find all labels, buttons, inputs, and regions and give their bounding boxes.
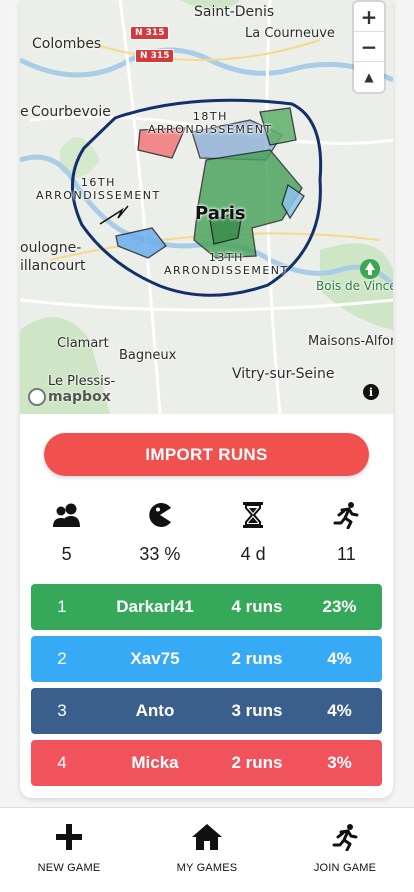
plus-icon	[55, 822, 83, 852]
pacman-icon	[147, 500, 173, 530]
leaderboard-row[interactable]: 2 Xav75 2 runs 4%	[31, 636, 382, 682]
nav-my-games[interactable]: MY GAMES	[138, 808, 276, 892]
stat-coverage: 33 %	[113, 500, 206, 565]
player-rank: 3	[57, 701, 67, 720]
map-controls: + − ▲	[354, 2, 384, 92]
nav-join-game[interactable]: JOIN GAME	[276, 808, 414, 892]
road-badge: N 315	[135, 49, 175, 63]
runner-icon	[332, 500, 360, 530]
import-runs-button[interactable]: IMPORT RUNS	[44, 433, 369, 476]
mapbox-logo: mapbox	[28, 388, 111, 406]
stat-runs: 11	[300, 500, 393, 565]
place-boulogne-1: oulogne-	[20, 240, 82, 256]
district-label-16: 16TH ARRONDISSEMENT	[36, 176, 161, 202]
player-name: Micka	[131, 753, 179, 772]
place-colombes: Colombes	[32, 36, 102, 52]
nav-join-game-label: JOIN GAME	[313, 862, 377, 874]
place-boulogne-2: illancourt	[20, 258, 86, 274]
road-badge: N 315	[130, 26, 170, 40]
info-icon[interactable]: i	[363, 384, 379, 400]
nav-my-games-label: MY GAMES	[176, 862, 238, 874]
place-courbevoie: Courbevoie	[31, 104, 111, 120]
player-name: Darkarl41	[116, 597, 194, 616]
player-rank: 1	[57, 597, 67, 616]
player-runs: 4 runs	[231, 597, 283, 616]
stat-time: 4 d	[207, 500, 300, 565]
game-stats: 5 33 % 4 d 11	[20, 500, 393, 565]
place-vitry: Vitry-sur-Seine	[232, 366, 335, 382]
zoom-in-button[interactable]: +	[354, 2, 384, 32]
place-partial-e-left: e	[20, 104, 29, 120]
player-runs: 2 runs	[231, 753, 283, 772]
runner-icon	[331, 822, 359, 852]
player-runs: 3 runs	[231, 701, 283, 720]
leaderboard: 1 Darkarl41 4 runs 23% 2 Xav75 2 runs 4%…	[31, 584, 382, 792]
compass-button[interactable]: ▲	[354, 62, 384, 92]
player-name: Anto	[135, 701, 175, 720]
player-coverage: 23%	[322, 597, 357, 616]
place-saint-denis: Saint-Denis	[194, 4, 275, 20]
district-label-13: 13TH ARRONDISSEMENT	[164, 251, 289, 277]
stat-players-value: 5	[61, 544, 72, 564]
home-icon	[191, 822, 223, 852]
stat-coverage-value: 33 %	[139, 544, 181, 564]
park-icon	[360, 259, 380, 279]
place-bois-vincennes: Bois de Vince	[316, 279, 393, 293]
player-rank: 2	[57, 649, 67, 668]
place-la-courneuve: La Courneuve	[245, 26, 335, 41]
players-icon	[52, 500, 82, 530]
nav-new-game-label: NEW GAME	[37, 862, 101, 874]
place-maisons-alfort: Maisons-Alfor	[308, 334, 393, 349]
leaderboard-row[interactable]: 4 Micka 2 runs 3%	[31, 740, 382, 786]
district-label-18: 18TH ARRONDISSEMENT	[148, 110, 273, 136]
bottom-nav: NEW GAME MY GAMES JOIN GAME	[0, 807, 414, 892]
stat-players: 5	[20, 500, 113, 565]
territory-map[interactable]: Saint-Denis Colombes La Courneuve E e Co…	[20, 0, 393, 414]
leaderboard-row[interactable]: 3 Anto 3 runs 4%	[31, 688, 382, 734]
game-card: Saint-Denis Colombes La Courneuve E e Co…	[20, 0, 393, 798]
place-bagneux: Bagneux	[119, 348, 177, 363]
stat-runs-value: 11	[337, 544, 356, 564]
player-rank: 4	[57, 753, 67, 772]
player-runs: 2 runs	[231, 649, 283, 668]
player-name: Xav75	[130, 649, 180, 668]
player-coverage: 3%	[327, 753, 352, 772]
city-label: Paris	[195, 203, 246, 224]
player-coverage: 4%	[327, 701, 352, 720]
place-le-plessis: Le Plessis-	[48, 374, 116, 389]
player-coverage: 4%	[327, 649, 352, 668]
hourglass-icon	[242, 500, 264, 530]
leaderboard-row[interactable]: 1 Darkarl41 4 runs 23%	[31, 584, 382, 630]
mapbox-mark-icon	[28, 388, 46, 406]
place-clamart: Clamart	[57, 336, 109, 351]
stat-time-value: 4 d	[240, 544, 266, 564]
zoom-out-button[interactable]: −	[354, 32, 384, 62]
nav-new-game[interactable]: NEW GAME	[0, 808, 138, 892]
